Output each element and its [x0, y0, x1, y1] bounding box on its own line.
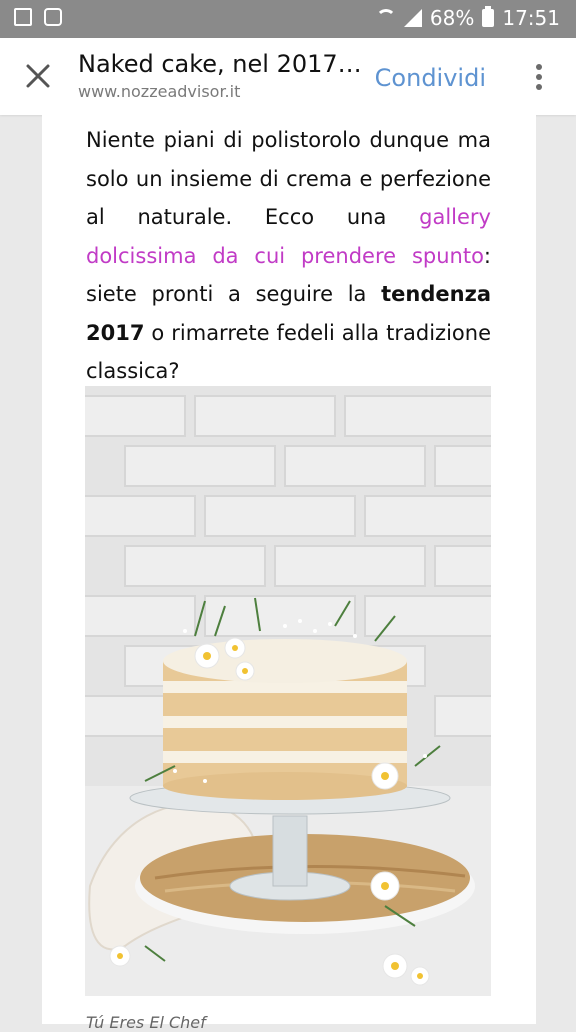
page-title: Naked cake, nel 2017 l... — [78, 50, 368, 78]
signal-icon — [403, 9, 422, 27]
status-bar: 68% 17:51 — [0, 0, 576, 38]
browser-toolbar: Naked cake, nel 2017 l... www.nozzeadvis… — [0, 38, 576, 115]
paragraph-text: o rimarrete fedeli alla tradizione class… — [86, 320, 491, 384]
wifi-icon — [376, 9, 396, 27]
page-url: www.nozzeadvisor.it — [78, 82, 241, 101]
cake-photo — [85, 386, 491, 996]
article-content: Niente piani di polistorolo dunque ma so… — [42, 115, 536, 1032]
close-button[interactable] — [18, 56, 58, 96]
naked-cake-image — [85, 386, 491, 996]
gallery-icon — [14, 8, 32, 26]
share-button[interactable]: Condividi — [375, 64, 486, 92]
battery-icon — [482, 6, 495, 27]
recycle-icon — [44, 8, 62, 26]
article-paragraph: Niente piani di polistorolo dunque ma so… — [86, 121, 491, 391]
close-icon — [26, 64, 50, 88]
more-vert-icon[interactable] — [536, 64, 542, 90]
clock: 17:51 — [502, 6, 560, 30]
battery-percent: 68% — [429, 6, 475, 30]
page-title-block: Naked cake, nel 2017 l... www.nozzeadvis… — [78, 50, 368, 101]
photo-caption: Tú Eres El Chef — [86, 1013, 206, 1032]
